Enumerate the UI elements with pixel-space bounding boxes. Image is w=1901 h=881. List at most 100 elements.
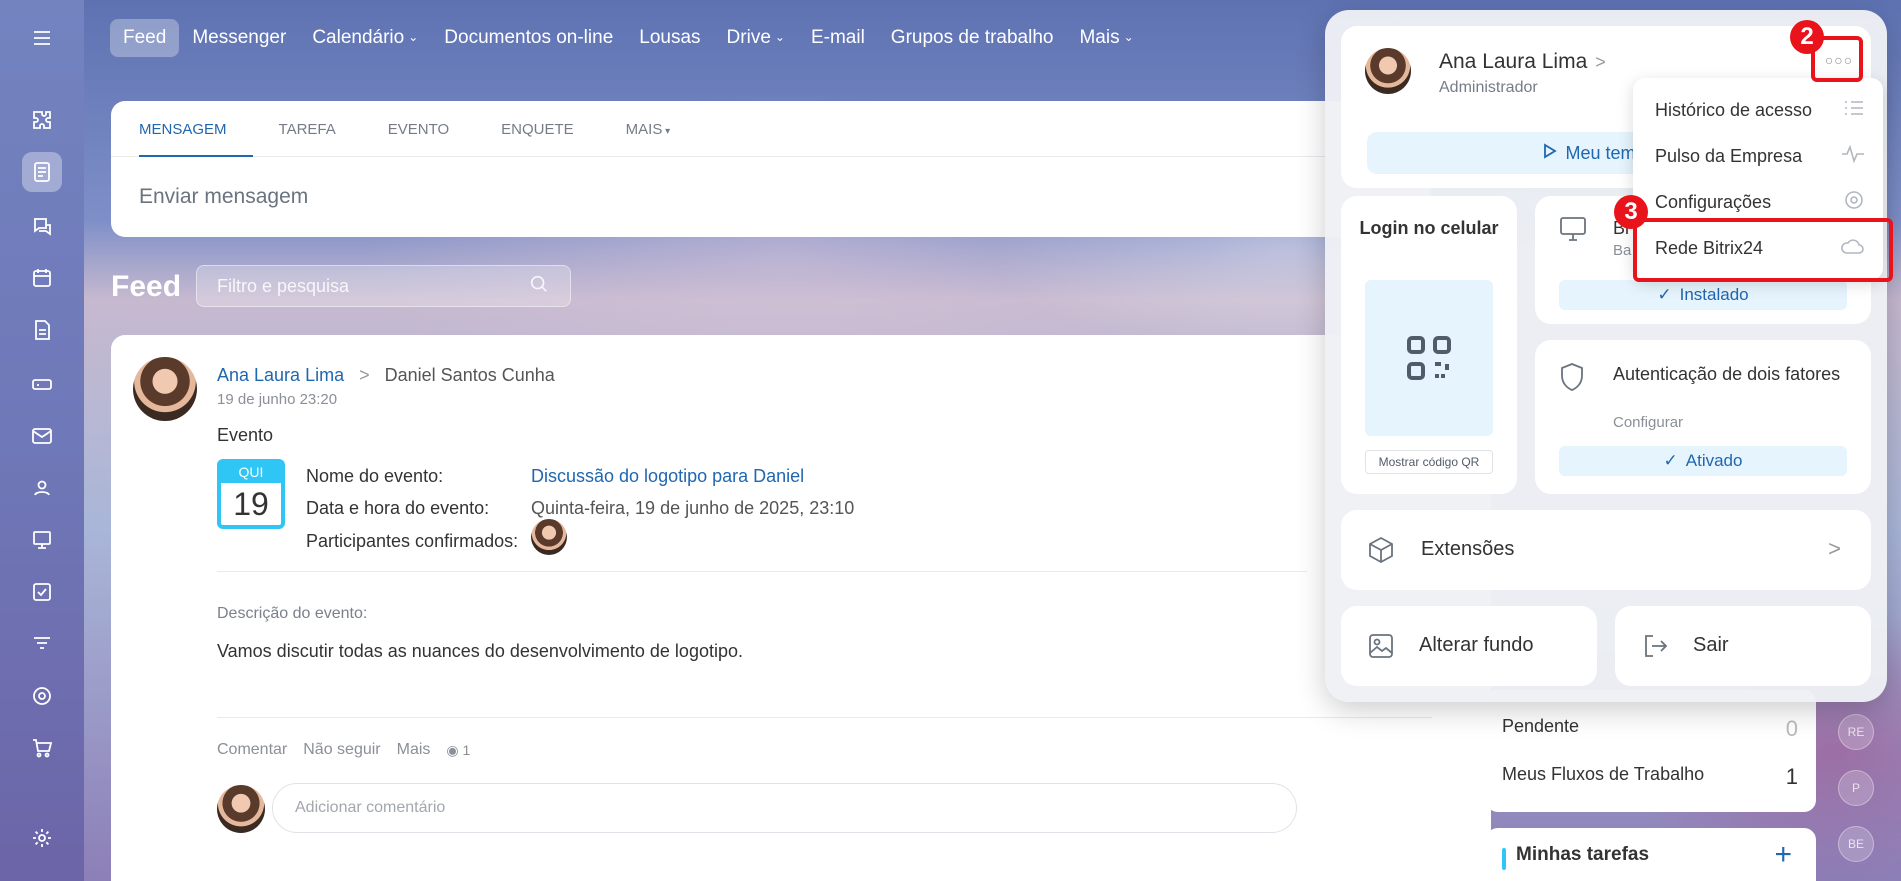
profile-name-link[interactable]: Ana Laura Lima > [1439, 50, 1606, 74]
unfollow-link[interactable]: Não seguir [303, 741, 380, 759]
nav-item-mais[interactable]: Mais ⌄ [1066, 19, 1146, 57]
profile-avatar[interactable] [1365, 48, 1411, 94]
shield-icon [1559, 362, 1585, 397]
activated-label: Ativado [1685, 451, 1743, 470]
cart-icon[interactable] [22, 728, 62, 768]
counter-label: Meus Fluxos de Trabalho [1502, 764, 1705, 784]
logout-button[interactable]: Sair [1615, 606, 1871, 686]
views-count: 1 [462, 741, 471, 758]
two-factor-configure-link[interactable]: Configurar [1613, 414, 1683, 431]
document-icon[interactable] [22, 310, 62, 350]
top-navigation: Feed Messenger Calendário ⌄ Documentos on-li… [110, 18, 1147, 58]
mail-icon[interactable] [22, 416, 62, 456]
feed-post: Ana Laura Lima > Daniel Santos Cunha 19 … [111, 335, 1491, 881]
tab-tarefa[interactable]: Tarefa [279, 101, 362, 156]
event-name-link[interactable]: Discussão do logotipo para Daniel [531, 466, 804, 487]
tab-mensagem[interactable]: Mensagem [139, 101, 253, 157]
nav-item-documentos-on-line[interactable]: Documentos on-line [431, 19, 626, 57]
nav-item-label: E-mail [810, 27, 865, 48]
nav-item-drive[interactable]: Drive ⌄ [714, 19, 798, 57]
activated-status[interactable]: ✓ Ativado [1559, 446, 1847, 476]
installed-status[interactable]: ✓ Instalado [1559, 280, 1847, 310]
left-sidebar [0, 0, 84, 881]
calendar-icon[interactable] [22, 258, 62, 298]
menu-item-label: Configurações [1655, 191, 1772, 212]
menu-item-access-history[interactable]: Histórico de acesso [1655, 92, 1865, 128]
tab-evento[interactable]: Evento [388, 101, 475, 156]
event-datetime-label: Data e hora do evento: [306, 498, 490, 518]
target-icon[interactable] [22, 676, 62, 716]
tab-label: Evento [387, 121, 450, 138]
nav-item-grupos-de-trabalho[interactable]: Grupos de trabalho [878, 19, 1067, 57]
participant-avatar[interactable] [531, 519, 567, 555]
mobile-login-title: Login no celular [1359, 218, 1499, 238]
counter-pending[interactable]: Pendente 0 [1502, 716, 1798, 742]
boards-icon[interactable] [22, 520, 62, 560]
filter-search-input[interactable]: Filtro e pesquisa [196, 265, 571, 307]
tab-mais[interactable]: Mais ▾ [626, 101, 697, 156]
chevron-down-icon: ⌄ [1123, 30, 1134, 44]
tasks-icon[interactable] [22, 572, 62, 612]
filter-icon[interactable] [22, 624, 62, 664]
show-qr-button[interactable]: Mostrar código QR [1365, 450, 1493, 474]
menu-item-company-pulse[interactable]: Pulso da Empresa [1655, 138, 1865, 174]
counter-workflows[interactable]: Meus Fluxos de Trabalho 1 [1502, 764, 1798, 790]
extensions-row[interactable]: Extensões > [1341, 510, 1871, 590]
user-avatar[interactable]: P [1838, 770, 1874, 806]
tab-enquete[interactable]: Enquete [501, 101, 600, 156]
feed-icon[interactable] [22, 152, 62, 192]
event-datetime: Quinta-feira, 19 de junho de 2025, 23:10 [531, 498, 855, 518]
menu-icon[interactable] [22, 18, 62, 58]
comment-link[interactable]: Comentar [217, 741, 287, 759]
nav-item-e-mail[interactable]: E-mail [798, 19, 878, 57]
chevron-down-icon: ⌄ [774, 30, 785, 44]
message-input[interactable]: Enviar mensagem [111, 157, 1431, 237]
user-avatar[interactable]: BE [1838, 826, 1874, 862]
add-task-button[interactable]: + [1774, 838, 1792, 872]
menu-item-settings[interactable]: Configurações [1655, 184, 1865, 220]
change-background-button[interactable]: Alterar fundo [1341, 606, 1597, 686]
comment-input[interactable]: Adicionar comentário [272, 783, 1297, 833]
nav-item-label: Lousas [639, 27, 701, 48]
nav-item-label: Mais [1079, 27, 1120, 48]
message-composer: Mensagem Tarefa Evento Enquete Mais ▾ Enviar… [111, 101, 1431, 237]
post-date[interactable]: 19 de junho 23:20 [217, 391, 337, 408]
step-2-badge: 2 [1790, 20, 1824, 54]
event-name-label: Nome do evento: [306, 466, 444, 486]
nav-item-lousas[interactable]: Lousas [626, 19, 713, 57]
drive-icon[interactable] [22, 364, 62, 404]
recipient-link[interactable]: Daniel Santos Cunha [385, 365, 555, 385]
participants-label: Participantes confirmados: [306, 531, 519, 551]
author-link[interactable]: Ana Laura Lima [217, 365, 344, 385]
search-icon[interactable] [528, 273, 550, 300]
settings-icon[interactable] [22, 818, 62, 858]
check-icon: ✓ [1657, 285, 1672, 304]
profile-name: Ana Laura Lima [1439, 50, 1588, 73]
views-counter[interactable]: ◉ 1 [446, 742, 470, 759]
profile-role: Administrador [1439, 79, 1538, 96]
user-avatar[interactable]: RE [1838, 714, 1874, 750]
author-avatar[interactable] [133, 357, 197, 421]
nav-item-calend-rio[interactable]: Calendário ⌄ [299, 19, 431, 57]
chevron-down-icon: ⌄ [408, 30, 419, 44]
more-link[interactable]: Mais [397, 741, 431, 759]
nav-item-messenger[interactable]: Messenger [179, 19, 299, 57]
widget-title[interactable]: Minhas tarefas [1516, 844, 1649, 866]
chat-icon[interactable] [22, 206, 62, 246]
puzzle-icon[interactable] [22, 100, 62, 140]
chevron-right-icon: > [1595, 52, 1606, 72]
description-text: Vamos discutir todas as nuances do desen… [217, 641, 743, 661]
play-icon [1543, 142, 1558, 164]
check-icon: ✓ [1663, 451, 1678, 470]
monitor-icon [1559, 216, 1587, 247]
change-background-label: Alterar fundo [1419, 634, 1534, 656]
tab-label: Tarefa [278, 121, 336, 138]
groups-icon[interactable] [22, 468, 62, 508]
chevron-right-icon: > [359, 365, 370, 385]
nav-item-feed[interactable]: Feed [110, 19, 180, 57]
nav-item-label: Grupos de trabalho [890, 27, 1054, 48]
image-icon [1367, 632, 1395, 665]
counter-label: Pendente [1502, 716, 1580, 736]
qr-code-icon[interactable] [1365, 280, 1493, 436]
counter-value: 1 [1785, 764, 1798, 789]
